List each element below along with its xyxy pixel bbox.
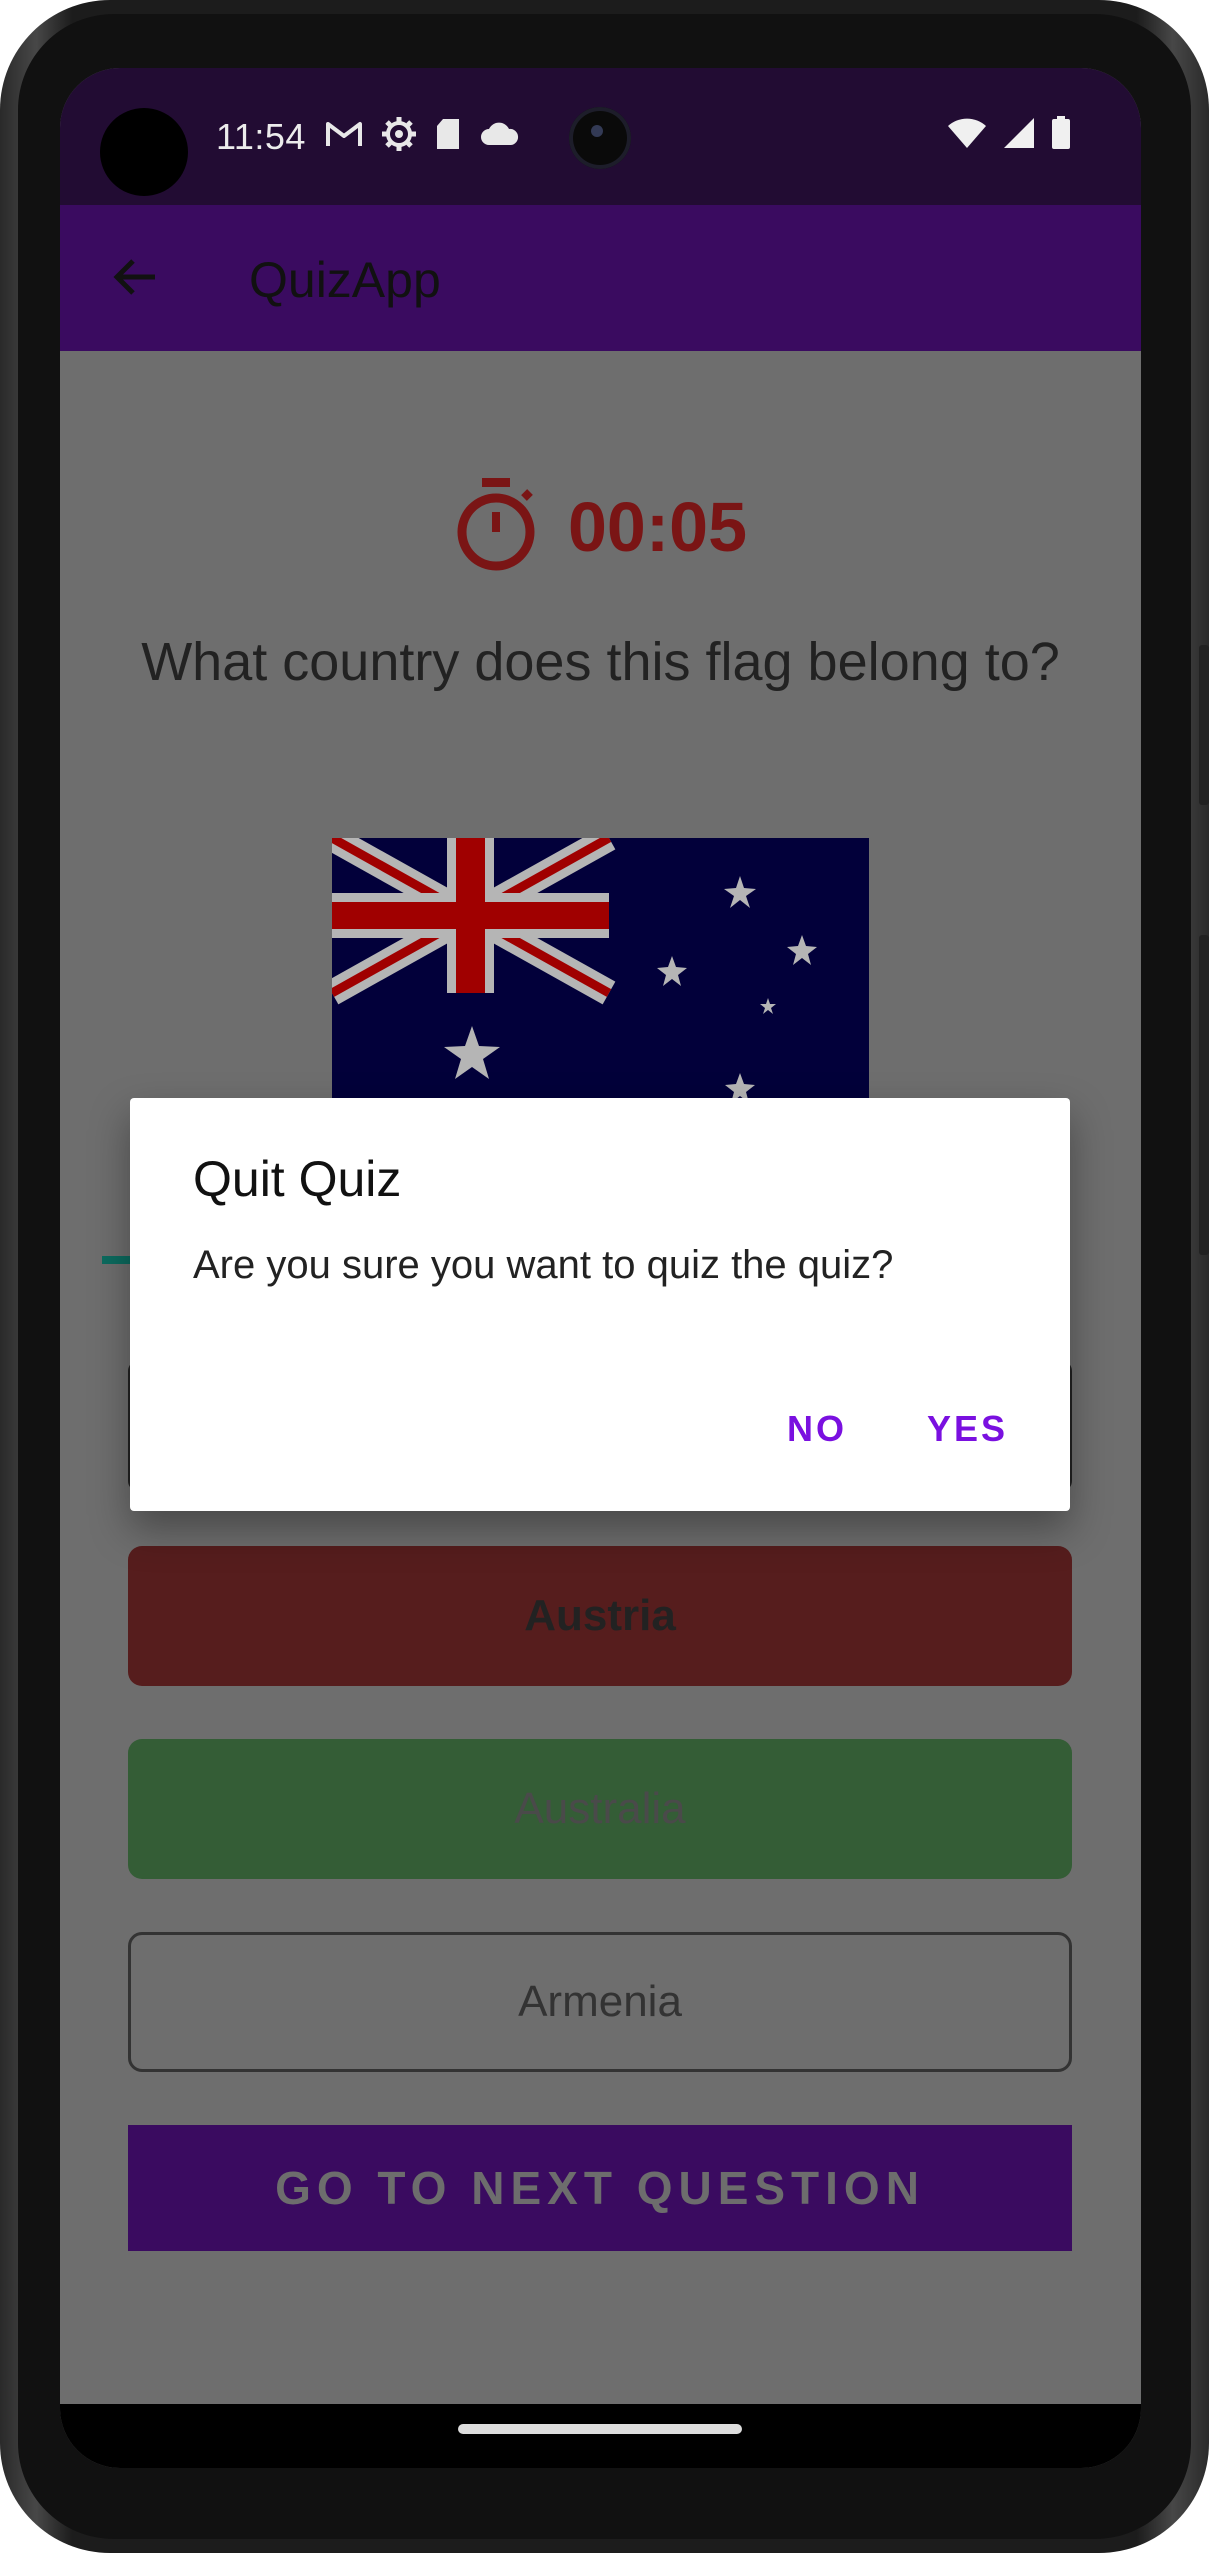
quit-dialog: Quit Quiz Are you sure you want to quiz … — [130, 1098, 1070, 1511]
status-time: 11:54 — [216, 116, 306, 157]
stopwatch-icon — [454, 476, 538, 577]
app-title: QuizApp — [249, 252, 441, 308]
volume-button — [1199, 935, 1209, 1255]
dialog-title: Quit Quiz — [193, 1151, 402, 1207]
cloud-icon — [479, 121, 519, 147]
gmail-icon — [325, 119, 363, 149]
wifi-icon — [947, 117, 987, 149]
app-bar: QuizApp — [60, 205, 1141, 351]
camera-cutout — [100, 108, 188, 196]
next-question-button[interactable]: GO TO NEXT QUESTION — [128, 2125, 1072, 2251]
arrow-back-icon[interactable] — [105, 247, 165, 307]
status-bar: 11:54 — [60, 68, 1141, 205]
no-button[interactable]: NO — [787, 1408, 847, 1450]
navigation-bar — [60, 2404, 1141, 2468]
dialog-actions: NO YES — [787, 1408, 1008, 1450]
power-button — [1199, 645, 1209, 805]
progress-indicator — [102, 1256, 132, 1264]
phone-frame: 11:54 QuizApp 00:05 What country does th… — [0, 0, 1209, 2553]
answer-option-3[interactable]: Armenia — [128, 1932, 1072, 2072]
question-text: What country does this flag belong to? — [141, 632, 1060, 692]
answer-option-2[interactable]: Australia — [128, 1739, 1072, 1879]
battery-icon — [1051, 116, 1071, 150]
home-gesture-handle[interactable] — [458, 2424, 742, 2434]
settings-icon — [381, 116, 417, 152]
flag-image — [332, 838, 869, 1108]
timer: 00:05 — [60, 476, 1141, 577]
notification-icons — [325, 116, 519, 152]
screen: 11:54 QuizApp 00:05 What country does th… — [60, 68, 1141, 2468]
sd-card-icon — [435, 118, 461, 150]
timer-text: 00:05 — [567, 487, 748, 566]
system-icons — [947, 116, 1071, 150]
front-camera — [569, 107, 631, 169]
dialog-message: Are you sure you want to quiz the quiz? — [193, 1243, 894, 1287]
answer-option-1[interactable]: Austria — [128, 1546, 1072, 1686]
yes-button[interactable]: YES — [927, 1408, 1008, 1450]
signal-icon — [1003, 117, 1035, 149]
